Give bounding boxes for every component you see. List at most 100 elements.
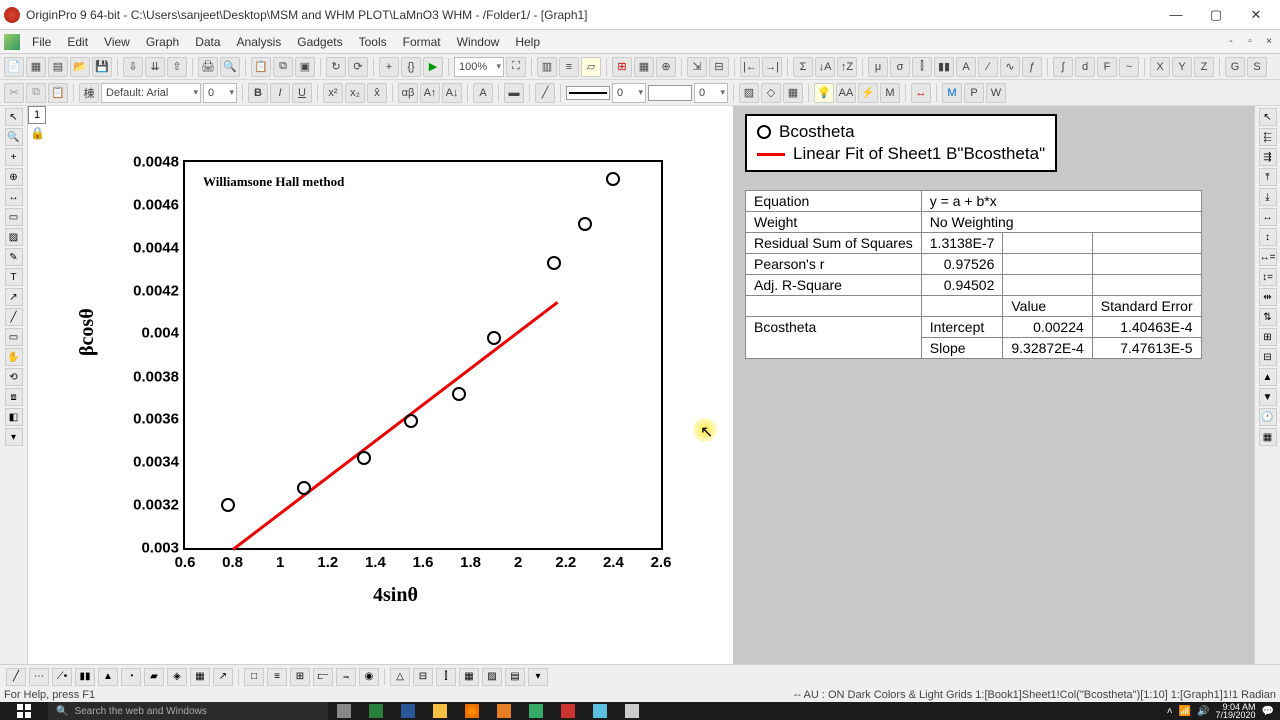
app-doc-icon[interactable] — [616, 702, 648, 720]
mask-tool-icon[interactable]: ▨ — [5, 228, 23, 246]
vector-plot-icon[interactable]: ↗ — [213, 668, 233, 686]
fontsize-combo[interactable]: 0 — [203, 83, 237, 103]
differentiate-icon[interactable]: d — [1075, 57, 1095, 77]
font-combo[interactable]: Default: Arial — [101, 83, 201, 103]
fft-icon[interactable]: F — [1097, 57, 1117, 77]
app-word-icon[interactable] — [392, 702, 424, 720]
col-stats-icon[interactable]: μ — [868, 57, 888, 77]
graph-panel[interactable]: 1 🔒 βcosθ 4sinθ Williamsone Hall method … — [28, 106, 733, 664]
results-log-icon[interactable]: ≡ — [559, 57, 579, 77]
theme-g-icon[interactable]: G — [1225, 57, 1245, 77]
back-icon[interactable]: ▼ — [1259, 388, 1277, 406]
line-color-icon[interactable]: ╱ — [535, 83, 555, 103]
line-plot-icon[interactable]: ╱ — [6, 668, 26, 686]
menu-help[interactable]: Help — [507, 32, 548, 52]
app-orange-icon[interactable] — [488, 702, 520, 720]
contour-plot-icon[interactable]: ▰ — [144, 668, 164, 686]
sort-desc-icon[interactable]: ↑Z — [837, 57, 857, 77]
box-plot-icon[interactable]: ⊟ — [413, 668, 433, 686]
plot-area[interactable]: 0.003 0.0032 0.0034 0.0036 0.0038 0.004 … — [183, 160, 663, 550]
menu-edit[interactable]: Edit — [59, 32, 96, 52]
taskbar-search[interactable]: 🔍 Search the web and Windows — [48, 702, 328, 720]
app-origin-icon[interactable] — [552, 702, 584, 720]
cut-icon[interactable]: ✂ — [4, 83, 24, 103]
data-point[interactable] — [606, 172, 620, 186]
tray-network-icon[interactable]: 📶 — [1179, 706, 1191, 717]
polar-icon[interactable]: ◉ — [359, 668, 379, 686]
row-stats-icon[interactable]: σ — [890, 57, 910, 77]
smooth-icon[interactable]: ~ — [1119, 57, 1139, 77]
duplicate-icon[interactable]: ⧉ — [273, 57, 293, 77]
app-notepad-icon[interactable] — [584, 702, 616, 720]
ternary-icon[interactable]: △ — [390, 668, 410, 686]
menu-format[interactable]: Format — [395, 32, 449, 52]
align-bottom-icon[interactable]: ⤓ — [1259, 188, 1277, 206]
symbol-shape-icon[interactable]: ◇ — [761, 83, 781, 103]
group-icon[interactable]: ⊞ — [1259, 328, 1277, 346]
zoom-combo[interactable]: 100% — [454, 57, 504, 77]
taskview-icon[interactable] — [328, 702, 360, 720]
mdi-close[interactable]: × — [1260, 34, 1278, 50]
text-tool-icon[interactable]: T — [5, 268, 23, 286]
add-layer-icon[interactable]: ⊕ — [656, 57, 676, 77]
set-end-icon[interactable]: →| — [762, 57, 782, 77]
app-excel-icon[interactable] — [360, 702, 392, 720]
data-point[interactable] — [578, 217, 592, 231]
start-button[interactable] — [0, 702, 48, 720]
menu-window[interactable]: Window — [449, 32, 508, 52]
app-firefox-icon[interactable] — [456, 702, 488, 720]
anti-alias-icon[interactable]: AA — [836, 83, 856, 103]
same-width-icon[interactable]: ↔= — [1259, 248, 1277, 266]
fill-color-icon[interactable]: ▬ — [504, 83, 524, 103]
superscript-icon[interactable]: x² — [323, 83, 343, 103]
data-point[interactable] — [404, 414, 418, 428]
export-icon[interactable]: ⇧ — [167, 57, 187, 77]
y-axis-label[interactable]: βcosθ — [76, 308, 99, 356]
stack-plot-icon[interactable]: ≡ — [267, 668, 287, 686]
tray-volume-icon[interactable]: 🔊 — [1197, 706, 1209, 717]
image-plot-icon[interactable]: ▨ — [482, 668, 502, 686]
template-icon[interactable]: □ — [244, 668, 264, 686]
save-icon[interactable]: 💾 — [92, 57, 112, 77]
align-top-icon[interactable]: ⤒ — [1259, 168, 1277, 186]
copy-icon[interactable]: ⧉ — [26, 83, 46, 103]
add-column-icon[interactable]: + — [379, 57, 399, 77]
surface-plot-icon[interactable]: ▦ — [190, 668, 210, 686]
increase-font-icon[interactable]: A↑ — [420, 83, 440, 103]
reader-tool-icon[interactable]: + — [5, 148, 23, 166]
new-project-icon[interactable]: 📄 — [4, 57, 24, 77]
align-right-icon[interactable]: ⇶ — [1259, 148, 1277, 166]
mathtype-icon[interactable]: M — [942, 83, 962, 103]
data-point[interactable] — [357, 451, 371, 465]
symbol-interior-icon[interactable]: ▦ — [783, 83, 803, 103]
obj-edit-icon[interactable]: ↖ — [1259, 108, 1277, 126]
data-selector-icon[interactable]: ↔ — [5, 188, 23, 206]
hand-tool-icon[interactable]: ✋ — [5, 348, 23, 366]
mask-icon[interactable]: M — [880, 83, 900, 103]
column-plot-icon[interactable]: ▮▮ — [75, 668, 95, 686]
subscript-icon[interactable]: x₂ — [345, 83, 365, 103]
arrow-tool-icon[interactable]: ↗ — [5, 288, 23, 306]
same-height-icon[interactable]: ↕= — [1259, 268, 1277, 286]
nlfit-icon[interactable]: ƒ — [1022, 57, 1042, 77]
recalculate-icon[interactable]: ⟳ — [348, 57, 368, 77]
open-icon[interactable]: 📂 — [70, 57, 90, 77]
sety-icon[interactable]: Y — [1172, 57, 1192, 77]
histogram-icon[interactable]: ▮▮ — [934, 57, 954, 77]
command-window-icon[interactable]: ▱ — [581, 57, 601, 77]
minimize-button[interactable]: — — [1156, 1, 1196, 29]
zoom-tool-icon[interactable]: 🔍 — [5, 128, 23, 146]
fit-results-table[interactable]: Equationy = a + b*x WeightNo Weighting R… — [745, 190, 1202, 359]
extract-layers-icon[interactable]: ⇲ — [687, 57, 707, 77]
rescale-tool-icon[interactable]: ↔ — [911, 83, 931, 103]
run-script-icon[interactable]: ▶ — [423, 57, 443, 77]
app-fps-icon[interactable] — [520, 702, 552, 720]
rotate-tool-icon[interactable]: ⟲ — [5, 368, 23, 386]
underline-icon[interactable]: U — [292, 83, 312, 103]
new-layout-icon[interactable]: ▣ — [295, 57, 315, 77]
matrix-plot-icon[interactable]: ▦ — [459, 668, 479, 686]
menu-tools[interactable]: Tools — [351, 32, 395, 52]
align-vcenter-icon[interactable]: ↕ — [1259, 228, 1277, 246]
area-plot-icon[interactable]: ▲ — [98, 668, 118, 686]
freq-count-icon[interactable]: ⫿ — [912, 57, 932, 77]
